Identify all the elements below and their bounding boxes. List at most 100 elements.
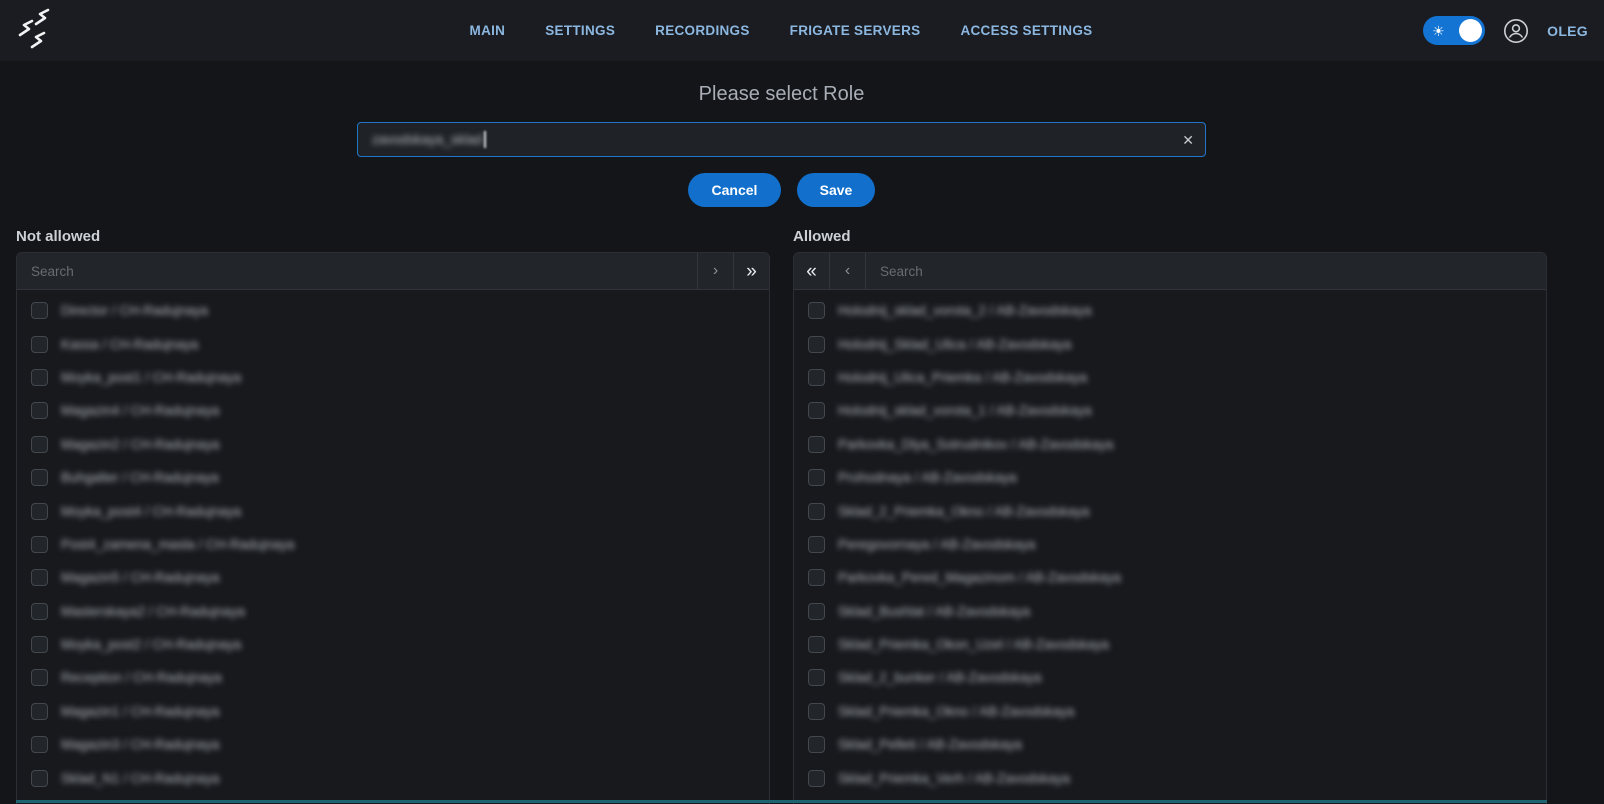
item-label: Magazin4 / CH-Radujnaya: [61, 403, 219, 418]
item-checkbox[interactable]: [808, 369, 825, 386]
list-item[interactable]: Prohodnaya / AB-Zavodskaya: [794, 461, 1546, 494]
list-item[interactable]: Magazin5 / CH-Radujnaya: [17, 561, 769, 594]
main-content: Please select Role zavodskaya_sklad ✕ Ca…: [16, 61, 1547, 804]
list-item[interactable]: Sklad_2_Priemka_Okno / AB-Zavodskaya: [794, 494, 1546, 527]
role-input-value: zavodskaya_sklad: [372, 132, 482, 147]
item-checkbox[interactable]: [31, 369, 48, 386]
allowed-panel: « ‹ Holodnij_sklad_vorota_2 / AB-Zavodsk…: [793, 252, 1547, 804]
list-item[interactable]: Sklad_2_bunker / AB-Zavodskaya: [794, 661, 1546, 694]
item-checkbox[interactable]: [808, 603, 825, 620]
list-item[interactable]: Kassa / CH-Radujnaya: [17, 327, 769, 360]
item-checkbox[interactable]: [31, 636, 48, 653]
move-selected-left-button[interactable]: ‹: [830, 253, 866, 289]
item-checkbox[interactable]: [808, 302, 825, 319]
list-item[interactable]: Holodnij_Sklad_Ulica / AB-Zavodskaya: [794, 327, 1546, 360]
main-nav: MAIN SETTINGS RECORDINGS FRIGATE SERVERS…: [470, 0, 1093, 61]
user-avatar-icon[interactable]: [1503, 18, 1529, 44]
item-checkbox[interactable]: [808, 569, 825, 586]
list-item[interactable]: Sklad_N1 / CH-Radujnaya: [17, 761, 769, 794]
navbar-right: ☀ OLEG: [1423, 0, 1588, 61]
list-item[interactable]: Sklad_Pelleti / AB-Zavodskaya: [794, 728, 1546, 761]
item-checkbox[interactable]: [31, 603, 48, 620]
allowed-title: Allowed: [793, 227, 1547, 247]
item-checkbox[interactable]: [31, 770, 48, 787]
item-checkbox[interactable]: [808, 436, 825, 453]
list-item[interactable]: Moyka_post2 / CH-Radujnaya: [17, 628, 769, 661]
item-label: Parkovka_Dlya_Sotrudnikov / AB-Zavodskay…: [838, 437, 1113, 452]
form-actions: Cancel Save: [16, 173, 1547, 207]
list-item[interactable]: Parkovka_Dlya_Sotrudnikov / AB-Zavodskay…: [794, 428, 1546, 461]
item-checkbox[interactable]: [31, 669, 48, 686]
item-checkbox[interactable]: [808, 536, 825, 553]
toggle-knob[interactable]: [1459, 19, 1482, 42]
item-checkbox[interactable]: [808, 402, 825, 419]
item-label: Sklad_Bushlat / AB-Zavodskaya: [838, 604, 1030, 619]
item-checkbox[interactable]: [31, 336, 48, 353]
nav-recordings[interactable]: RECORDINGS: [655, 23, 750, 38]
not-allowed-panel: › » Director / CH-Radujnaya Kassa / CH-R…: [16, 252, 770, 804]
list-item[interactable]: Sklad_Bushlat / AB-Zavodskaya: [794, 595, 1546, 628]
list-item[interactable]: Holodnij_sklad_vorota_2 / AB-Zavodskaya: [794, 294, 1546, 327]
list-item[interactable]: Magazin2 / CH-Radujnaya: [17, 428, 769, 461]
item-checkbox[interactable]: [31, 436, 48, 453]
list-item[interactable]: Parkovka_Pered_Magazinom / AB-Zavodskaya: [794, 561, 1546, 594]
bottom-divider: [16, 800, 1547, 803]
role-input[interactable]: zavodskaya_sklad ✕: [357, 122, 1206, 157]
app-logo-icon[interactable]: [14, 8, 54, 54]
list-item[interactable]: Magazin3 / CH-Radujnaya: [17, 728, 769, 761]
list-item[interactable]: Masterskaya2 / CH-Radujnaya: [17, 595, 769, 628]
item-checkbox[interactable]: [808, 503, 825, 520]
list-item[interactable]: Sklad_Priemka_Okon_Uzel / AB-Zavodskaya: [794, 628, 1546, 661]
nav-main[interactable]: MAIN: [470, 23, 506, 38]
list-item[interactable]: Sklad_Priemka_Okno / AB-Zavodskaya: [794, 695, 1546, 728]
item-checkbox[interactable]: [808, 703, 825, 720]
item-checkbox[interactable]: [31, 402, 48, 419]
item-checkbox[interactable]: [31, 569, 48, 586]
item-label: Buhgalter / CH-Radujnaya: [61, 470, 219, 485]
item-label: Masterskaya2 / CH-Radujnaya: [61, 604, 245, 619]
item-checkbox[interactable]: [31, 503, 48, 520]
list-item[interactable]: Peregovornaya / AB-Zavodskaya: [794, 528, 1546, 561]
clear-input-icon[interactable]: ✕: [1182, 133, 1194, 147]
nav-access-settings[interactable]: ACCESS SETTINGS: [960, 23, 1092, 38]
item-checkbox[interactable]: [31, 536, 48, 553]
item-label: Holodnij_Ulica_Priemka / AB-Zavodskaya: [838, 370, 1087, 385]
item-checkbox[interactable]: [808, 736, 825, 753]
list-item[interactable]: Post4_zamena_masla / CH-Radujnaya: [17, 528, 769, 561]
list-item[interactable]: Reception / CH-Radujnaya: [17, 661, 769, 694]
move-all-right-button[interactable]: »: [733, 253, 769, 289]
item-checkbox[interactable]: [31, 469, 48, 486]
item-checkbox[interactable]: [808, 636, 825, 653]
item-checkbox[interactable]: [31, 736, 48, 753]
sun-icon: ☀: [1432, 24, 1445, 38]
cancel-button[interactable]: Cancel: [688, 173, 781, 207]
list-item[interactable]: Holodnij_Ulica_Priemka / AB-Zavodskaya: [794, 361, 1546, 394]
nav-frigate-servers[interactable]: FRIGATE SERVERS: [790, 23, 921, 38]
username[interactable]: OLEG: [1547, 23, 1588, 39]
item-label: Sklad_Priemka_Okno / AB-Zavodskaya: [838, 704, 1074, 719]
allowed-search-input[interactable]: [866, 253, 1546, 289]
list-item[interactable]: Moyka_post1 / CH-Radujnaya: [17, 361, 769, 394]
list-item[interactable]: Director / CH-Radujnaya: [17, 294, 769, 327]
item-checkbox[interactable]: [31, 703, 48, 720]
item-checkbox[interactable]: [31, 302, 48, 319]
list-item[interactable]: Magazin4 / CH-Radujnaya: [17, 394, 769, 427]
move-selected-right-button[interactable]: ›: [697, 253, 733, 289]
item-label: Holodnij_Sklad_Ulica / AB-Zavodskaya: [838, 337, 1071, 352]
item-checkbox[interactable]: [808, 770, 825, 787]
item-checkbox[interactable]: [808, 469, 825, 486]
list-item[interactable]: Sklad_Priemka_Verh / AB-Zavodskaya: [794, 761, 1546, 794]
item-label: Post4_zamena_masla / CH-Radujnaya: [61, 537, 294, 552]
list-item[interactable]: Holodnij_sklad_vorota_1 / AB-Zavodskaya: [794, 394, 1546, 427]
not-allowed-search-input[interactable]: [17, 253, 697, 289]
theme-toggle[interactable]: ☀: [1423, 16, 1485, 45]
item-checkbox[interactable]: [808, 669, 825, 686]
nav-settings[interactable]: SETTINGS: [545, 23, 615, 38]
list-item[interactable]: Buhgalter / CH-Radujnaya: [17, 461, 769, 494]
item-label: Holodnij_sklad_vorota_2 / AB-Zavodskaya: [838, 303, 1092, 318]
list-item[interactable]: Moyka_post4 / CH-Radujnaya: [17, 494, 769, 527]
save-button[interactable]: Save: [797, 173, 875, 207]
move-all-left-button[interactable]: «: [794, 253, 830, 289]
item-checkbox[interactable]: [808, 336, 825, 353]
list-item[interactable]: Magazin1 / CH-Radujnaya: [17, 695, 769, 728]
